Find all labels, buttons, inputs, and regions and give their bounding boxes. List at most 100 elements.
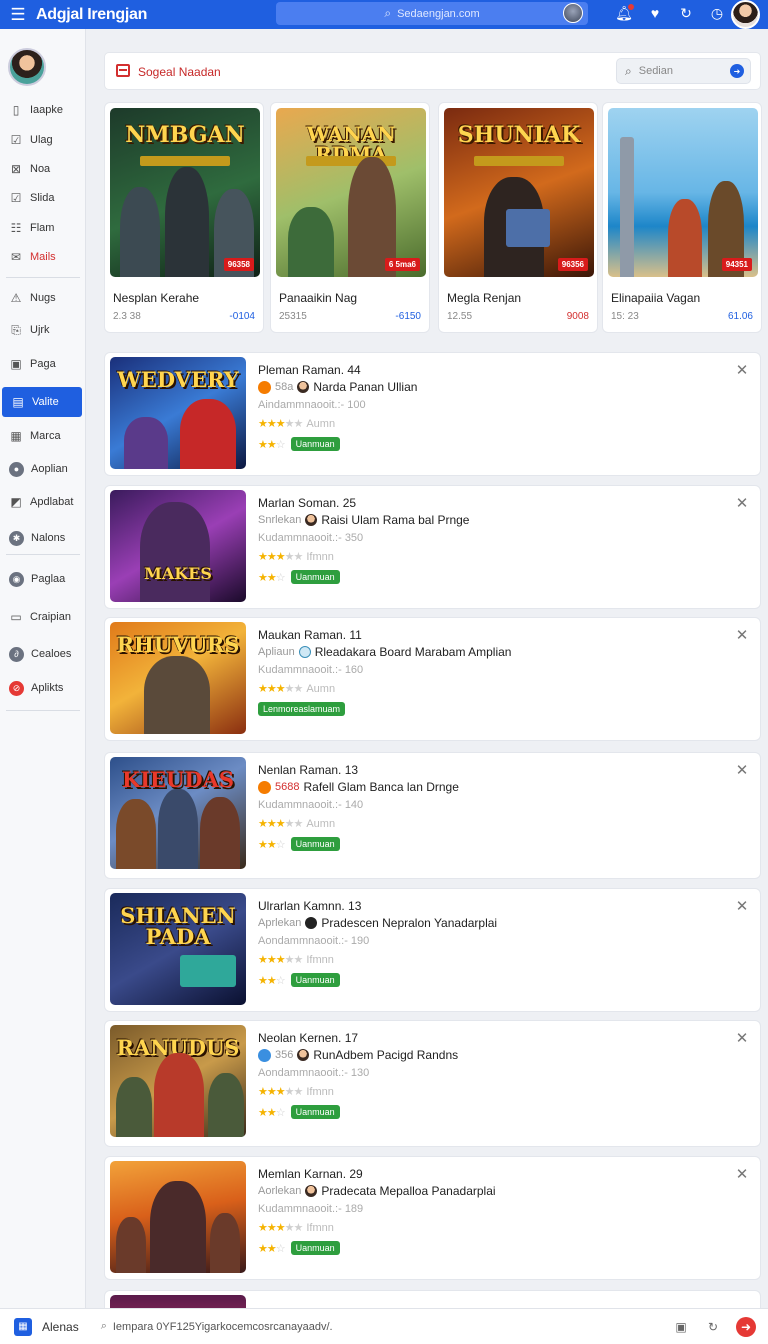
list-item[interactable]: MAKES Marlan Soman. 25 Snrlekan Raisi Ula… <box>104 485 761 609</box>
cover-title: RHUVURS <box>116 632 240 657</box>
sidebar-item-noa[interactable]: ⊠ Noa <box>0 156 86 182</box>
page-icon: ▣ <box>10 357 22 371</box>
top-bar: ☰ Adgjal Irengjan ⌕ Sedaengjan.com 🔔︎ ♥ … <box>0 0 768 29</box>
sidebar-divider <box>6 710 80 711</box>
list-item[interactable]: WEDVERY Pleman Raman. 44 58a Narda Panan … <box>104 352 761 476</box>
sidebar-avatar[interactable] <box>8 48 46 86</box>
rating-row: ★★ ☆ Uanmuan <box>258 973 340 987</box>
game-cover-image: RANUDUS <box>110 1025 246 1137</box>
address-bar[interactable]: ⌕ Iempara 0YF125Yigarkocemcosrcanayaadv/… <box>101 1320 333 1333</box>
status-badge[interactable]: Uanmuan <box>290 1105 340 1119</box>
list-item-desc: Rleadakara Board Marabam Amplian <box>314 645 512 659</box>
list-item-lead: Aorlekan <box>258 1185 302 1197</box>
featured-card[interactable]: 94351 Elinapaiia Vagan 15: 23 61.06 <box>602 102 762 333</box>
folder-icon: ▤ <box>12 395 24 409</box>
status-badge[interactable]: Uanmuan <box>290 837 340 851</box>
sidebar-item-paga[interactable]: ▣ Paga <box>0 351 86 377</box>
status-badge[interactable]: Uanmuan <box>290 570 340 584</box>
square-icon[interactable]: ▣ <box>672 1318 690 1336</box>
close-icon[interactable]: ✕ <box>734 1031 750 1047</box>
close-icon[interactable]: ✕ <box>734 899 750 915</box>
list-item[interactable]: RHUVURS Maukan Raman. 11 Apliaun Rleadaka… <box>104 617 761 741</box>
refresh-icon[interactable]: ↻ <box>677 4 695 22</box>
game-price: 61.06 <box>727 311 753 322</box>
status-badge[interactable]: Lenmoreaslamuam <box>258 702 346 716</box>
list-item-meta: Kudammnaooit.:- 189 <box>258 1203 364 1215</box>
game-meta: 15: 23 <box>611 311 639 322</box>
sidebar-item-marca[interactable]: ▦ Marca <box>0 423 86 449</box>
status-badge[interactable]: Uanmuan <box>290 437 340 451</box>
search-go-icon[interactable]: ➜ <box>730 64 744 78</box>
list-item-title: Nenlan Raman. 13 <box>258 763 359 777</box>
list-item[interactable]: SHIANEN PADA Ulrarlan Kamnn. 13 Aprlekan… <box>104 888 761 1012</box>
rating-stars: ★★★★★ Ifmnn <box>258 551 334 563</box>
game-price: 9008 <box>566 311 589 322</box>
sidebar-item-iaapke[interactable]: ▯ Iaapke <box>0 97 86 123</box>
sidebar-item-label: Craipian <box>30 611 71 623</box>
sidebar-item-slida[interactable]: ☑ Slida <box>0 185 86 211</box>
list-item-desc: Raisi Ulam Rama bal Prnge <box>321 513 470 527</box>
rating-text: Aumn <box>306 418 336 430</box>
content-search-input[interactable]: ⌕ Sedian ➜ <box>616 58 751 84</box>
game-meta: 2.3 38 <box>113 311 141 322</box>
sidebar-item-valite[interactable]: ▤ Valite <box>2 387 82 417</box>
small-avatar[interactable] <box>563 3 583 23</box>
sidebar-item-nugs[interactable]: ⚠ Nugs <box>0 285 86 311</box>
list-item-lead: Snrlekan <box>258 514 302 526</box>
user-avatar[interactable] <box>731 0 760 29</box>
sidebar-item-ujrk[interactable]: ⎘ Ujrk <box>0 317 86 343</box>
list-item-lead: 58a <box>275 381 294 393</box>
bell-icon[interactable]: 🔔︎ <box>615 4 634 22</box>
refresh-icon[interactable]: ↻ <box>704 1318 722 1336</box>
heart-icon[interactable]: ♥ <box>646 4 664 22</box>
sidebar-item-nalons[interactable]: ✱ Nalons <box>0 525 86 551</box>
sidebar-item-craipian[interactable]: ▭ Craipian <box>0 604 86 630</box>
edit-icon: ◩ <box>10 495 22 509</box>
close-icon[interactable]: ✕ <box>734 1167 750 1183</box>
top-search-input[interactable]: ⌕ Sedaengjan.com <box>276 2 588 25</box>
sidebar-item-flam[interactable]: ☷ Flam <box>0 215 86 241</box>
sidebar-item-paglaa[interactable]: ◉ Paglaa <box>0 566 86 592</box>
list-item-desc: RunAdbem Pacigd Randns <box>313 1048 459 1062</box>
close-icon[interactable]: ✕ <box>734 628 750 644</box>
grid-logo-icon[interactable]: ▦ <box>14 1317 32 1336</box>
list-item-meta: Aindammnaooit.:- 100 <box>258 399 366 411</box>
featured-card[interactable]: WANAN RDMA 6 5ma6 Panaaikin Nag 25315 -6… <box>270 102 430 333</box>
close-icon[interactable]: ✕ <box>734 496 750 512</box>
list-item-lead: 5688 <box>275 781 300 793</box>
sidebar-item-mails[interactable]: ✉ Mails <box>0 244 86 270</box>
chat-icon: ▭ <box>10 610 22 624</box>
history-icon[interactable]: ◷ <box>708 4 726 22</box>
list-item-title: Ulrarlan Kamnn. 13 <box>258 899 362 913</box>
list-item[interactable]: KIEUDAS Nenlan Raman. 13 5688 Rafell Glam… <box>104 752 761 879</box>
list-item-meta: Kudammnaooit.:- 160 <box>258 664 364 676</box>
list-item[interactable]: Memlan Karnan. 29 Aorlekan Pradecata Mepa… <box>104 1156 761 1280</box>
close-icon[interactable]: ✕ <box>734 763 750 779</box>
price-badge: 96358 <box>223 258 254 271</box>
sidebar-item-aplikts[interactable]: ⊘ Aplikts <box>0 675 86 701</box>
featured-card[interactable]: NMBGAN 96358 Nesplan Kerahe 2.3 38 -0104 <box>104 102 264 333</box>
sidebar-item-cealoes[interactable]: ∂ Cealoes <box>0 641 86 667</box>
settings-icon: ✱ <box>9 530 24 546</box>
list-item[interactable]: RANUDUS Neolan Kernen. 17 356 RunAdbem Pa… <box>104 1020 761 1147</box>
search-icon: ⌕ <box>384 6 392 20</box>
list-item-title: Neolan Kernen. 17 <box>258 1031 359 1045</box>
game-price: -6150 <box>395 311 421 322</box>
rating-text: Ifmnn <box>306 1086 334 1098</box>
rating-stars: ★★★★★ Ifmnn <box>258 954 334 966</box>
game-price: -0104 <box>229 311 255 322</box>
hamburger-icon[interactable]: ☰ <box>8 5 28 25</box>
list-item-lead: Apliaun <box>258 646 295 658</box>
game-name: Elinapaiia Vagan <box>611 291 701 305</box>
sidebar-item-aoplian[interactable]: ● Aoplian <box>0 456 86 482</box>
status-badge[interactable]: Uanmuan <box>290 1241 340 1255</box>
close-icon[interactable]: ✕ <box>734 363 750 379</box>
sidebar-item-ulag[interactable]: ☑ Ulag <box>0 127 86 153</box>
sidebar-item-apdlabat[interactable]: ◩ Apdlabat <box>0 489 86 515</box>
list-item-desc: Pradecata Mepalloa Panadarplai <box>321 1184 496 1198</box>
list-item-subtitle: Aprlekan Pradescen Nepralon Yanadarplai <box>258 916 497 930</box>
status-badge[interactable]: Uanmuan <box>290 973 340 987</box>
featured-card[interactable]: SHUNIAK 96356 Megla Renjan 12.55 9008 <box>438 102 598 333</box>
list-item-title: Memlan Karnan. 29 <box>258 1167 363 1181</box>
arrow-icon[interactable]: ➜ <box>736 1317 756 1337</box>
